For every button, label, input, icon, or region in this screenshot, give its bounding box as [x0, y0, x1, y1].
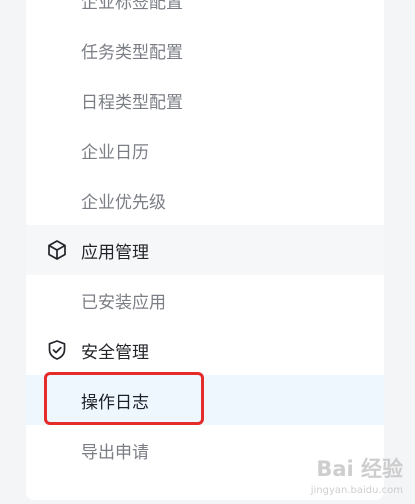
- watermark-site: jingyan.baidu.com: [310, 485, 403, 496]
- menu-item-task-type-config[interactable]: 任务类型配置: [26, 25, 384, 75]
- menu-group-label: 应用管理: [81, 242, 149, 263]
- menu-item-label: 企业标签配置: [81, 0, 183, 13]
- menu-item-schedule-type-config[interactable]: 日程类型配置: [26, 75, 384, 125]
- menu-item-installed-apps[interactable]: 已安装应用: [26, 275, 384, 325]
- menu-item-enterprise-calendar[interactable]: 企业日历: [26, 125, 384, 175]
- menu-item-label: 导出申请: [81, 442, 149, 463]
- menu-item-label: 已安装应用: [81, 292, 166, 313]
- menu-group-security-management[interactable]: 安全管理: [26, 325, 384, 375]
- highlight-box: [44, 372, 204, 425]
- menu-item-label: 企业优先级: [81, 192, 166, 213]
- watermark: Bai 经验 jingyan.baidu.com: [311, 453, 403, 496]
- menu-item-enterprise-tags[interactable]: 企业标签配置: [26, 0, 384, 25]
- shield-check-icon: [46, 339, 68, 361]
- menu-item-enterprise-priority[interactable]: 企业优先级: [26, 175, 384, 225]
- menu-group-app-management[interactable]: 应用管理: [26, 225, 384, 275]
- menu-item-label: 日程类型配置: [81, 92, 183, 113]
- menu-group-label: 安全管理: [81, 342, 149, 363]
- watermark-logo: Bai 经验: [316, 457, 403, 481]
- menu-item-label: 企业日历: [81, 142, 149, 163]
- menu-item-label: 任务类型配置: [81, 42, 183, 63]
- cube-icon: [46, 239, 68, 261]
